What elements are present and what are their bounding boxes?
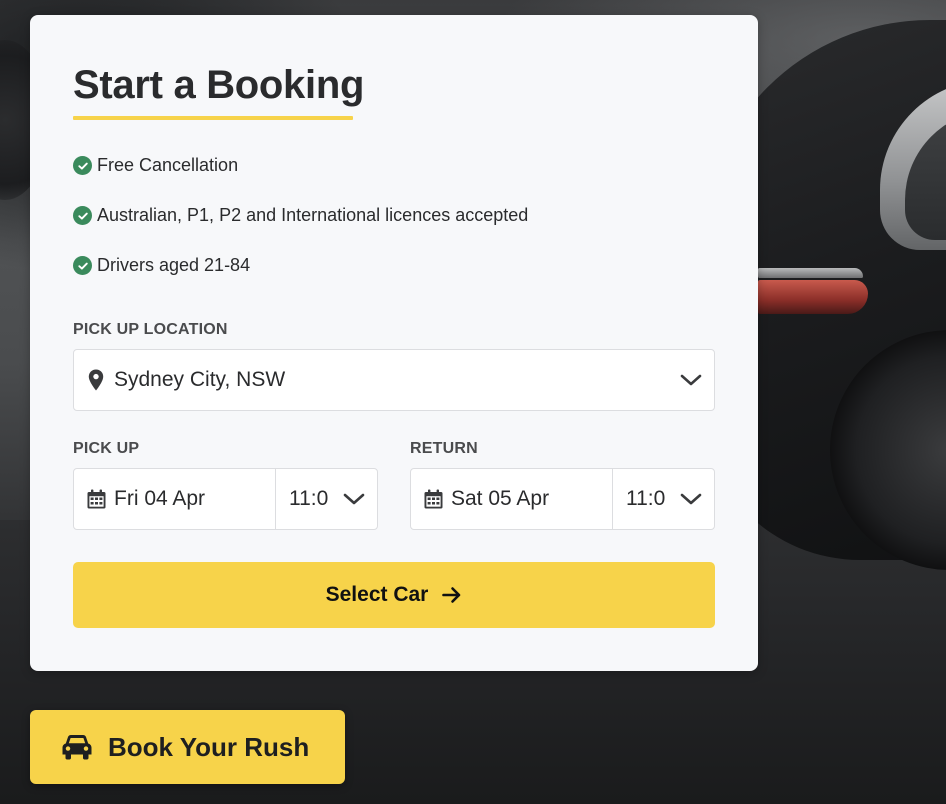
return-label: RETURN	[410, 440, 478, 457]
return-date-value: Sat 05 Apr	[451, 487, 550, 510]
feature-label: Free Cancellation	[97, 155, 239, 175]
check-circle-icon	[73, 156, 92, 175]
select-car-button[interactable]: Select Car	[73, 562, 715, 628]
chevron-down-icon	[680, 374, 702, 386]
check-circle-icon	[73, 256, 92, 275]
pickup-location-label: PICK UP LOCATION	[73, 321, 228, 338]
chevron-down-icon	[680, 493, 702, 505]
feature-item: Free Cancellation	[73, 155, 238, 176]
pickup-label: PICK UP	[73, 440, 140, 457]
pickup-date-select[interactable]: Fri 04 Apr	[74, 469, 276, 529]
return-time-select[interactable]: 11:0	[613, 469, 714, 529]
car-icon	[62, 735, 92, 760]
pickup-location-value: Sydney City, NSW	[114, 368, 286, 391]
pickup-time-select[interactable]: 11:0	[276, 469, 377, 529]
return-date-select[interactable]: Sat 05 Apr	[411, 469, 613, 529]
calendar-icon	[424, 489, 443, 509]
book-your-rush-button[interactable]: Book Your Rush	[30, 710, 345, 784]
feature-item: Australian, P1, P2 and International lic…	[73, 205, 528, 226]
book-your-rush-label: Book Your Rush	[108, 731, 310, 762]
calendar-icon	[87, 489, 106, 509]
return-time-value: 11:0	[626, 487, 666, 510]
pickup-date-value: Fri 04 Apr	[114, 487, 206, 510]
select-car-label: Select Car	[325, 583, 429, 606]
pickup-datetime-group: Fri 04 Apr 11:0	[73, 468, 378, 530]
booking-card: Start a Booking Free Cancellation Austra…	[30, 15, 758, 671]
feature-label: Australian, P1, P2 and International lic…	[97, 205, 529, 225]
pickup-time-value: 11:0	[289, 487, 329, 510]
map-pin-icon	[88, 369, 104, 391]
car-chrome-trim	[758, 268, 863, 278]
return-datetime-group: Sat 05 Apr 11:0	[410, 468, 715, 530]
feature-label: Drivers aged 21-84	[97, 255, 251, 275]
feature-item: Drivers aged 21-84	[73, 255, 250, 276]
car-taillight	[758, 280, 868, 314]
pickup-location-select[interactable]: Sydney City, NSW	[73, 349, 715, 411]
check-circle-icon	[73, 206, 92, 225]
chevron-down-icon	[343, 493, 365, 505]
booking-title: Start a Booking	[73, 63, 365, 107]
arrow-right-icon	[442, 587, 461, 603]
title-underline	[73, 116, 353, 120]
